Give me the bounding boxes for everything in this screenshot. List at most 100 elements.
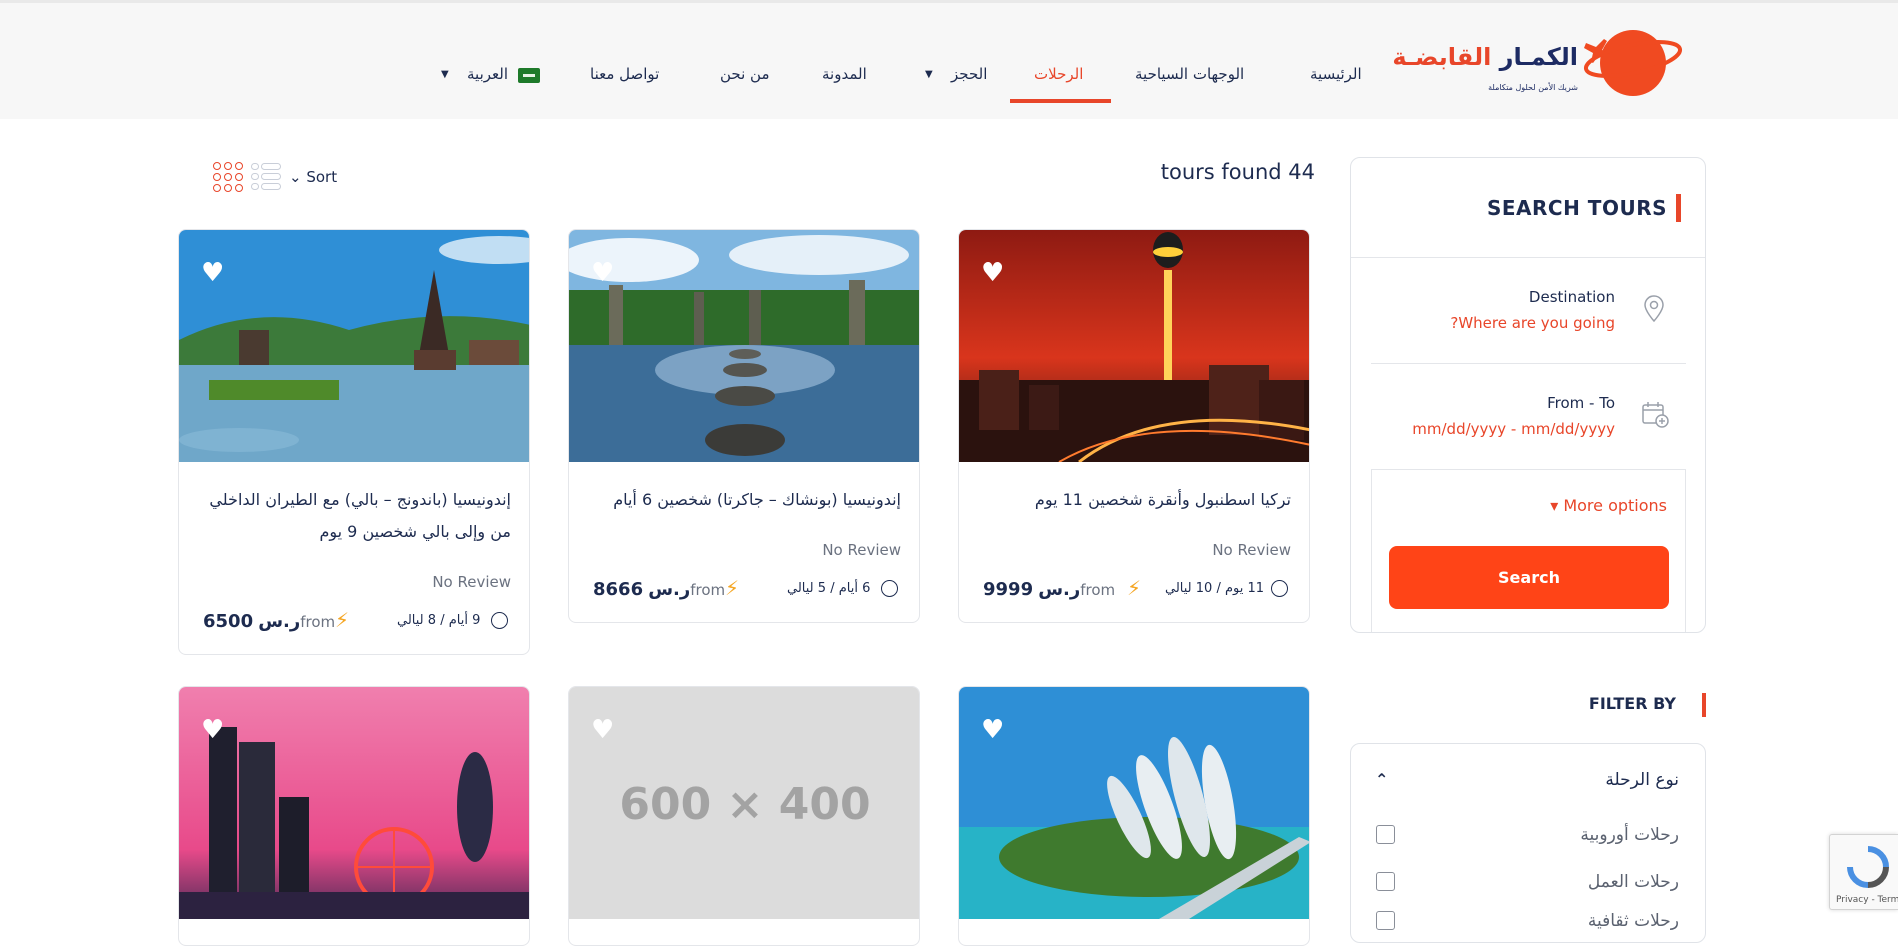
island-resort-image bbox=[959, 687, 1309, 919]
tour-card[interactable]: 600 × 400 ♥ bbox=[568, 686, 920, 946]
sort-label: Sort bbox=[306, 168, 338, 186]
saudi-flag-icon bbox=[518, 68, 540, 83]
search-title-bar bbox=[1676, 194, 1681, 222]
city-skyline-sunset-image bbox=[179, 687, 529, 919]
price-amount: 9999 bbox=[983, 579, 1034, 600]
filter-title-bar bbox=[1702, 693, 1706, 717]
tour-review: No Review bbox=[432, 573, 511, 591]
recaptcha-text[interactable]: Privacy - Terms bbox=[1836, 895, 1898, 905]
tour-duration: 11 يوم / 10 ليالي bbox=[1165, 581, 1265, 596]
logo-tagline: شريك الأمن لحلول متكاملة bbox=[1488, 83, 1578, 92]
recaptcha-badge[interactable]: Privacy - Terms bbox=[1829, 834, 1898, 910]
clock-icon bbox=[881, 580, 898, 597]
price-currency: ر.س bbox=[258, 611, 301, 632]
filter-title: FILTER BY bbox=[1588, 694, 1676, 713]
tour-card[interactable]: ♥ إندونيسيا (باندونج – بالي) مع الطيران … bbox=[178, 229, 530, 655]
price-from-label: from bbox=[300, 613, 336, 631]
nav-contact[interactable]: تواصل معنا bbox=[590, 65, 659, 83]
recaptcha-icon bbox=[1847, 846, 1889, 888]
view-toggle: ⌄ Sort bbox=[213, 162, 337, 192]
filter-option[interactable]: رحلات أوروبية bbox=[1351, 821, 1705, 851]
istanbul-night-image bbox=[959, 230, 1309, 462]
placeholder-text: 600 × 400 bbox=[619, 779, 871, 830]
filter-checkbox[interactable] bbox=[1376, 911, 1395, 930]
more-options-toggle[interactable]: ▾ More options bbox=[1550, 496, 1667, 515]
site-logo[interactable]: الكمـار القابضـة شريك الأمن لحلول متكامل… bbox=[1392, 25, 1688, 105]
sort-caret-icon: ⌄ bbox=[289, 168, 302, 186]
nav-about[interactable]: من نحن bbox=[720, 65, 770, 83]
grid-view-icon[interactable] bbox=[213, 162, 245, 192]
tour-card[interactable]: ♥ تركيا اسطنبول وأنقرة شخصين 11 يوم No R… bbox=[958, 229, 1310, 623]
tour-image[interactable]: ♥ bbox=[959, 687, 1309, 919]
tour-title[interactable]: تركيا اسطنبول وأنقرة شخصين 11 يوم bbox=[971, 484, 1291, 516]
bolt-icon: ⚡ bbox=[1127, 576, 1142, 600]
filter-option-label: رحلات العمل bbox=[1587, 872, 1679, 892]
more-options-label: More options bbox=[1563, 496, 1667, 515]
tour-image[interactable]: ♥ bbox=[179, 687, 529, 919]
filter-panel: نوع الرحلة ⌃ رحلات أوروبية رحلات العمل ر… bbox=[1350, 743, 1706, 943]
nav-blog[interactable]: المدونة bbox=[822, 65, 867, 83]
tour-image-placeholder[interactable]: 600 × 400 ♥ bbox=[569, 687, 919, 919]
price-from-label: from bbox=[690, 581, 726, 599]
favorite-heart-icon[interactable]: ♥ bbox=[201, 260, 229, 286]
price-from-label: from bbox=[1080, 581, 1116, 599]
field-separator bbox=[1371, 363, 1686, 364]
nav-home[interactable]: الرئيسية bbox=[1310, 65, 1362, 83]
booking-caret-icon[interactable]: ▼ bbox=[925, 69, 933, 80]
results-count: tours found 44 bbox=[1160, 160, 1315, 184]
nav-booking[interactable]: الحجز bbox=[951, 65, 987, 83]
location-pin-icon bbox=[1644, 295, 1664, 323]
favorite-heart-icon[interactable]: ♥ bbox=[981, 260, 1009, 286]
favorite-heart-icon[interactable]: ♥ bbox=[981, 717, 1009, 743]
clock-icon bbox=[491, 612, 508, 629]
logo-name: الكمـار القابضـة bbox=[1392, 43, 1578, 71]
sort-dropdown[interactable]: ⌄ Sort bbox=[289, 168, 337, 186]
favorite-heart-icon[interactable]: ♥ bbox=[591, 717, 619, 743]
tour-title[interactable]: إندونيسيا (بونشاك – جاكرتا) شخصين 6 أيام bbox=[581, 484, 901, 516]
favorite-heart-icon[interactable]: ♥ bbox=[201, 717, 229, 743]
tour-title[interactable]: إندونيسيا (باندونج – بالي) مع الطيران ال… bbox=[191, 484, 511, 548]
destination-input[interactable]: ?Where are you going bbox=[1450, 314, 1615, 332]
bali-water-temple-image bbox=[569, 230, 919, 462]
tour-price: ر.س 9999 from bbox=[983, 579, 1115, 600]
tour-price: ر.س 6500 from bbox=[203, 611, 335, 632]
dates-input[interactable]: mm/dd/yyyy - mm/dd/yyyy bbox=[1412, 420, 1615, 438]
search-tours-panel: SEARCH TOURS Destination ?Where are you … bbox=[1350, 157, 1706, 633]
filter-checkbox[interactable] bbox=[1376, 825, 1395, 844]
site-header: الكمـار القابضـة شريك الأمن لحلول متكامل… bbox=[0, 3, 1898, 119]
filter-option[interactable]: رحلات العمل bbox=[1351, 868, 1705, 898]
search-button[interactable]: Search bbox=[1389, 546, 1669, 609]
search-title: SEARCH TOURS bbox=[1486, 196, 1667, 220]
price-amount: 6500 bbox=[203, 611, 254, 632]
tour-review: No Review bbox=[822, 541, 901, 559]
tour-image[interactable]: ♥ bbox=[959, 230, 1309, 462]
clock-icon bbox=[1271, 580, 1288, 597]
tour-duration: 9 أيام / 8 ليالي bbox=[397, 613, 481, 628]
list-view-icon[interactable] bbox=[251, 162, 281, 192]
active-nav-underline bbox=[1010, 99, 1111, 103]
search-title-separator bbox=[1351, 257, 1705, 258]
language-caret-icon[interactable]: ▼ bbox=[441, 69, 449, 80]
tour-card[interactable]: ♥ إندونيسيا (بونشاك – جاكرتا) شخصين 6 أي… bbox=[568, 229, 920, 623]
tour-card[interactable]: ♥ bbox=[958, 686, 1310, 946]
tour-price: ر.س 8666 from bbox=[593, 579, 725, 600]
price-currency: ر.س bbox=[1038, 579, 1081, 600]
chevron-up-icon[interactable]: ⌃ bbox=[1375, 770, 1388, 789]
caret-down-icon: ▾ bbox=[1550, 496, 1559, 515]
tour-duration: 6 أيام / 5 ليالي bbox=[787, 581, 871, 596]
nav-destinations[interactable]: الوجهات السياحية bbox=[1135, 65, 1244, 83]
tour-image[interactable]: ♥ bbox=[569, 230, 919, 462]
filter-option[interactable]: رحلات ثقافية bbox=[1351, 907, 1705, 937]
filter-option-label: رحلات ثقافية bbox=[1587, 911, 1679, 931]
logo-name-navy: الكمـار bbox=[1499, 43, 1578, 71]
tour-card[interactable]: ♥ bbox=[178, 686, 530, 946]
filter-checkbox[interactable] bbox=[1376, 872, 1395, 891]
filter-group-title[interactable]: نوع الرحلة bbox=[1605, 770, 1679, 790]
logo-name-orange: القابضـة bbox=[1392, 43, 1492, 71]
nav-tours[interactable]: الرحلات bbox=[1034, 65, 1083, 83]
destination-label: Destination bbox=[1528, 288, 1615, 306]
bolt-icon: ⚡ bbox=[335, 608, 350, 632]
favorite-heart-icon[interactable]: ♥ bbox=[591, 260, 619, 286]
tour-image[interactable]: ♥ bbox=[179, 230, 529, 462]
nav-language[interactable]: العربية bbox=[467, 65, 508, 83]
